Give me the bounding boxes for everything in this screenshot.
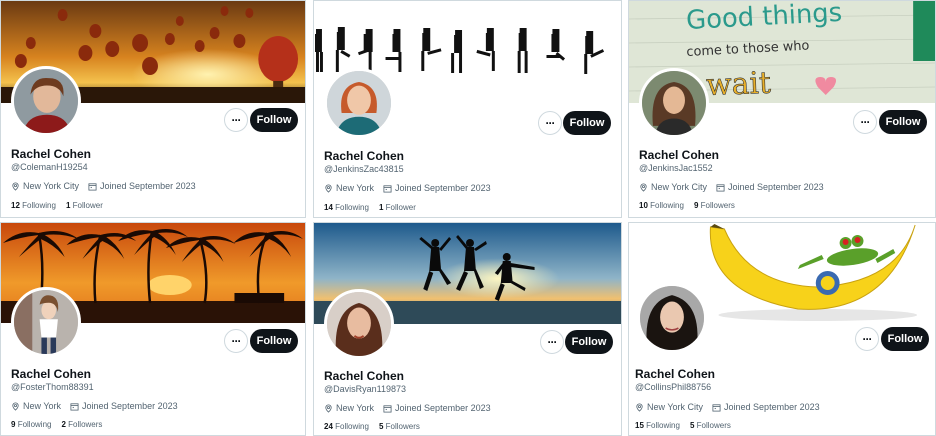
username-handle: @DavisRyan119873 <box>324 384 407 394</box>
banner-text-wait: wait <box>706 66 772 103</box>
profile-card: ··· Follow Rachel Cohen @CollinsPhil8875… <box>628 222 936 436</box>
more-options-button[interactable]: ··· <box>538 111 562 135</box>
username-handle: @JenkinsZac43815 <box>324 164 404 174</box>
avatar[interactable] <box>324 289 394 359</box>
location-text: New York City <box>651 182 708 192</box>
profile-meta: New York City Joined September 2023 <box>635 402 820 412</box>
location-text: New York <box>336 403 375 413</box>
username-handle: @CollinsPhil88756 <box>635 382 712 392</box>
username-handle: @FosterThom88391 <box>11 382 94 392</box>
location-text: New York City <box>647 402 704 412</box>
follow-stats: 10 Following 9 Followers <box>639 201 735 210</box>
profile-card: ··· Follow Rachel Cohen @ColemanH19254 N… <box>0 0 306 218</box>
location-text: New York City <box>23 181 80 191</box>
more-options-button[interactable]: ··· <box>855 327 879 351</box>
joined-date: Joined September 2023 <box>100 181 196 191</box>
location-pin-icon <box>635 402 644 412</box>
username-handle: @ColemanH19254 <box>11 162 88 172</box>
location-pin-icon <box>639 182 648 192</box>
display-name: Rachel Cohen <box>639 148 720 162</box>
joined-date: Joined September 2023 <box>724 402 820 412</box>
location-pin-icon <box>11 181 20 191</box>
followers-link[interactable]: 5 Followers <box>379 422 420 431</box>
follow-stats: 24 Following 5 Followers <box>324 422 420 431</box>
joined-date: Joined September 2023 <box>395 403 491 413</box>
profile-card: ··· Follow Rachel Cohen @JenkinsZac43815… <box>313 0 622 218</box>
calendar-icon <box>716 183 725 192</box>
username-handle: @JenkinsJac1552 <box>639 163 713 173</box>
calendar-icon <box>88 182 97 191</box>
follow-button[interactable]: Follow <box>250 329 298 353</box>
profile-card: Good things come to those who wait ··· F… <box>628 0 936 218</box>
calendar-icon <box>712 403 721 412</box>
follow-button[interactable]: Follow <box>879 110 927 134</box>
avatar[interactable] <box>639 68 709 138</box>
follow-button[interactable]: Follow <box>881 327 929 351</box>
following-link[interactable]: 12 Following <box>11 201 56 210</box>
more-options-button[interactable]: ··· <box>224 329 248 353</box>
follow-stats: 9 Following 2 Followers <box>11 420 102 429</box>
follow-stats: 12 Following 1 Follower <box>11 201 103 210</box>
follow-button[interactable]: Follow <box>563 111 611 135</box>
profile-meta: New York Joined September 2023 <box>11 401 178 411</box>
more-options-button[interactable]: ··· <box>540 330 564 354</box>
following-link[interactable]: 9 Following <box>11 420 51 429</box>
calendar-icon <box>383 404 392 413</box>
avatar[interactable] <box>11 287 81 357</box>
display-name: Rachel Cohen <box>11 147 92 161</box>
more-options-button[interactable]: ··· <box>224 108 248 132</box>
display-name: Rachel Cohen <box>324 149 405 163</box>
profile-card: ··· Follow Rachel Cohen @FosterThom88391… <box>0 222 306 436</box>
following-link[interactable]: 10 Following <box>639 201 684 210</box>
location-pin-icon <box>11 401 20 411</box>
profile-meta: New York City Joined September 2023 <box>639 182 824 192</box>
joined-date: Joined September 2023 <box>728 182 824 192</box>
calendar-icon <box>383 184 392 193</box>
avatar[interactable] <box>324 68 394 138</box>
joined-date: Joined September 2023 <box>395 183 491 193</box>
display-name: Rachel Cohen <box>324 369 405 383</box>
location-pin-icon <box>324 403 333 413</box>
calendar-icon <box>70 402 79 411</box>
profile-meta: New York City Joined September 2023 <box>11 181 196 191</box>
display-name: Rachel Cohen <box>635 367 716 381</box>
following-link[interactable]: 14 Following <box>324 203 369 212</box>
followers-link[interactable]: 1 Follower <box>66 201 103 210</box>
followers-link[interactable]: 1 Follower <box>379 203 416 212</box>
followers-link[interactable]: 9 Followers <box>694 201 735 210</box>
location-pin-icon <box>324 183 333 193</box>
follow-stats: 14 Following 1 Follower <box>324 203 416 212</box>
followers-link[interactable]: 2 Followers <box>61 420 102 429</box>
profile-meta: New York Joined September 2023 <box>324 183 491 193</box>
display-name: Rachel Cohen <box>11 367 92 381</box>
profile-card: ··· Follow Rachel Cohen @DavisRyan119873… <box>313 222 622 436</box>
joined-date: Joined September 2023 <box>82 401 178 411</box>
profile-meta: New York Joined September 2023 <box>324 403 491 413</box>
follow-button[interactable]: Follow <box>250 108 298 132</box>
location-text: New York <box>336 183 375 193</box>
followers-link[interactable]: 5 Followers <box>690 421 731 430</box>
avatar[interactable] <box>11 66 81 136</box>
follow-button[interactable]: Follow <box>565 330 613 354</box>
follow-stats: 15 Following 5 Followers <box>635 421 731 430</box>
more-options-button[interactable]: ··· <box>853 110 877 134</box>
location-text: New York <box>23 401 62 411</box>
avatar[interactable] <box>637 283 707 353</box>
following-link[interactable]: 15 Following <box>635 421 680 430</box>
following-link[interactable]: 24 Following <box>324 422 369 431</box>
